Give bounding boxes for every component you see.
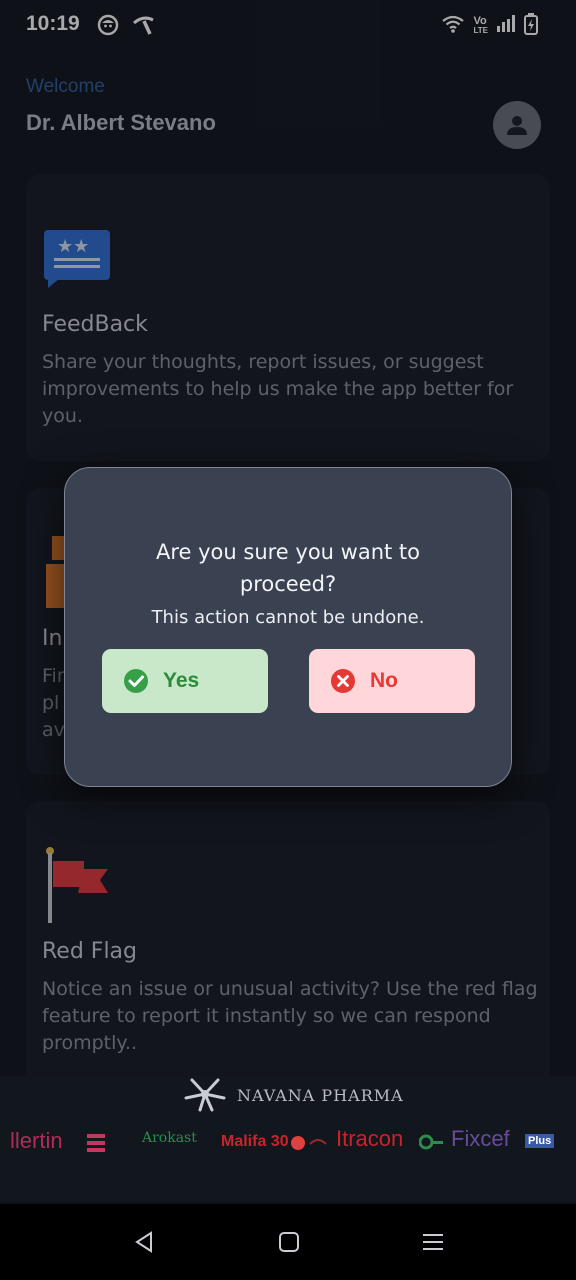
close-circle-icon	[330, 668, 356, 694]
yes-label: Yes	[163, 669, 200, 692]
system-nav-bar	[0, 1204, 576, 1280]
dialog-question-text: Are you sure you want to proceed?	[155, 540, 421, 596]
check-circle-icon	[123, 668, 149, 694]
yes-button[interactable]: Yes	[102, 649, 268, 713]
navana-logo-icon	[182, 1076, 228, 1116]
no-label: No	[370, 669, 398, 692]
brand-drop-icon	[290, 1134, 330, 1156]
no-button[interactable]: No	[309, 649, 475, 713]
dialog-question: Are you sure you want to proceed?	[65, 536, 511, 600]
brand-strip: NAVANA PHARMA llertin Arokast Malifa 30 …	[0, 1076, 576, 1202]
brand-bars-icon	[87, 1134, 105, 1158]
menu-lines-icon[interactable]	[421, 1230, 445, 1254]
brand-product: llertin	[10, 1128, 63, 1153]
brand-product: Arokast	[142, 1130, 197, 1146]
brand-product: Itracon	[336, 1126, 404, 1151]
back-triangle-icon[interactable]	[132, 1230, 156, 1254]
home-square-icon[interactable]	[277, 1230, 301, 1254]
confirm-dialog: Are you sure you want to proceed? This a…	[64, 467, 512, 787]
brand-product: Fixcef	[451, 1126, 510, 1151]
brand-product: Malifa 30	[221, 1133, 289, 1150]
dialog-subtitle: This action cannot be undone.	[151, 607, 425, 628]
brand-product: Plus	[525, 1134, 555, 1148]
company-name: NAVANA PHARMA	[237, 1086, 404, 1105]
brand-capsule-icon	[418, 1134, 445, 1154]
